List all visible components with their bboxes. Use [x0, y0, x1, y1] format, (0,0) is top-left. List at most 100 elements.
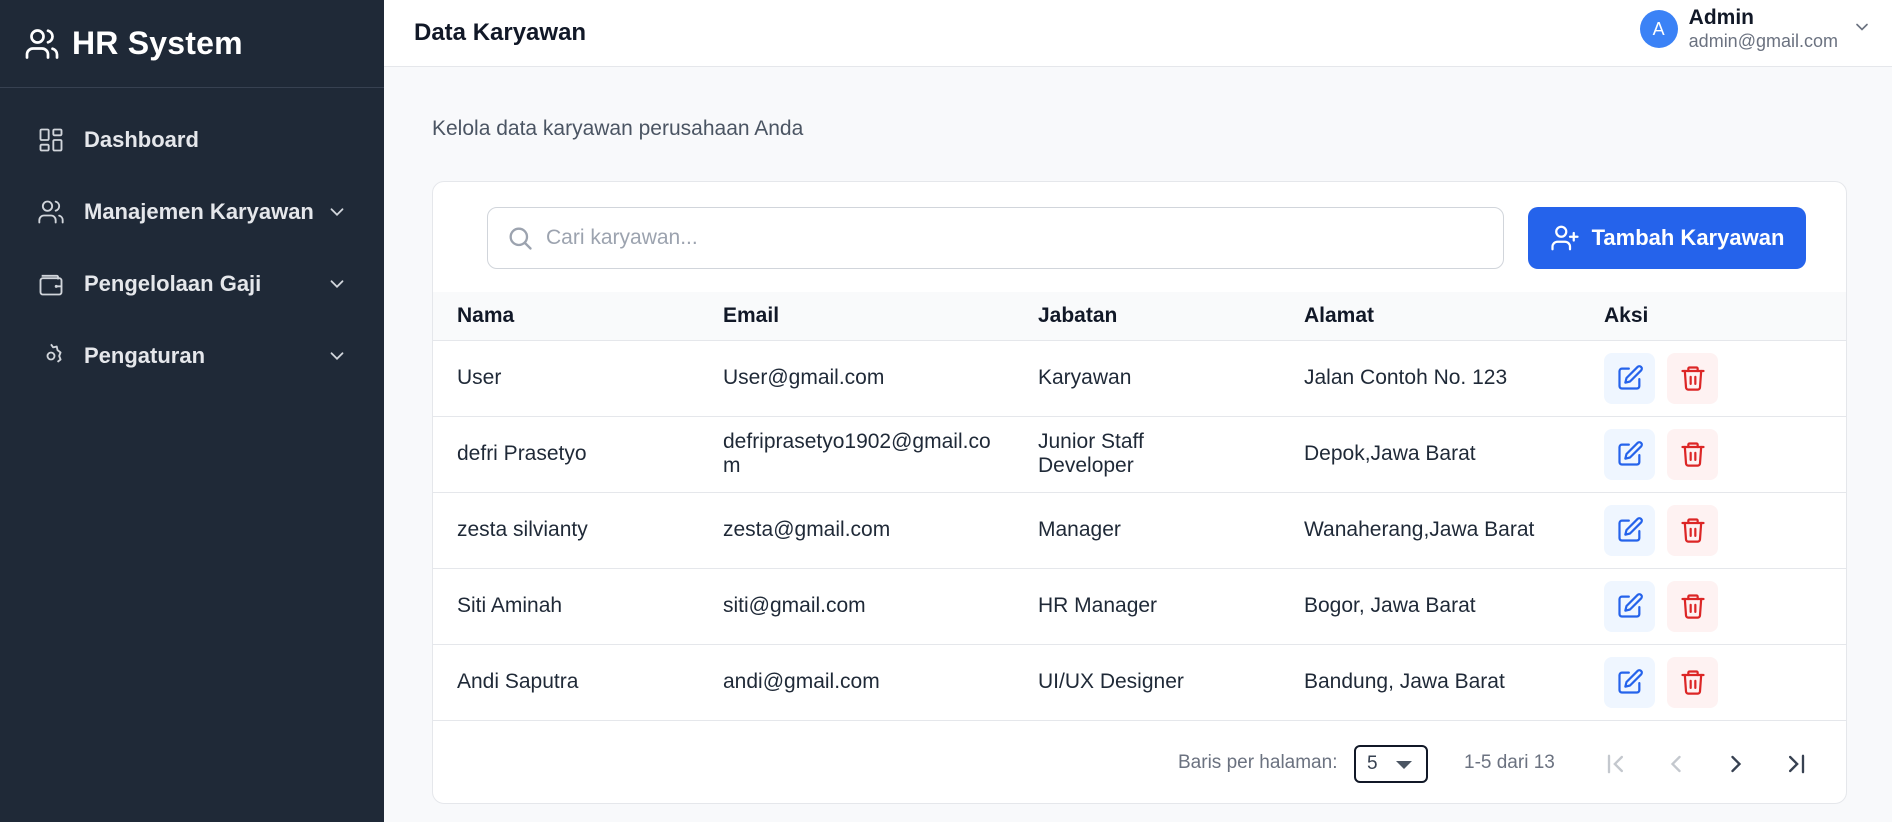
edit-button[interactable] — [1604, 580, 1655, 632]
table-row: Andi Saputra andi@gmail.com UI/UX Design… — [433, 644, 1846, 720]
delete-button[interactable] — [1667, 504, 1718, 556]
edit-button[interactable] — [1604, 656, 1655, 708]
cell-nama: Andi Saputra — [457, 670, 579, 694]
users-icon — [25, 28, 59, 59]
user-plus-icon — [1550, 225, 1579, 251]
sidebar-item-manajemen-karyawan[interactable]: Manajemen Karyawan — [0, 176, 384, 248]
trash-icon — [1680, 442, 1705, 467]
first-page-icon — [1607, 754, 1623, 774]
cell-aksi — [1580, 416, 1846, 492]
delete-button[interactable] — [1667, 656, 1718, 708]
edit-icon — [1617, 669, 1643, 694]
cell-jabatan: Junior Staff Developer — [1014, 416, 1280, 492]
search-icon — [509, 227, 532, 250]
edit-icon — [1617, 517, 1643, 542]
last-page-button[interactable] — [1775, 743, 1817, 785]
edit-button[interactable] — [1604, 352, 1655, 404]
delete-button[interactable] — [1667, 580, 1718, 632]
cell-aksi — [1580, 644, 1846, 720]
sidebar-item-pengelolaan-gaji[interactable]: Pengelolaan Gaji — [0, 248, 384, 320]
trash-icon — [1680, 670, 1705, 696]
last-page-icon — [1789, 754, 1805, 774]
cell-alamat: Wanaherang,Jawa Barat — [1304, 518, 1535, 541]
brand[interactable]: HR System — [0, 0, 384, 88]
cell-email-text: defriprasetyo1902@gmail.com — [723, 430, 991, 477]
cell-email: User@gmail.com — [723, 366, 885, 389]
edit-button[interactable] — [1604, 428, 1655, 480]
chevron-down-icon — [330, 280, 344, 289]
page-range: 1-5 dari 13 — [1464, 752, 1555, 773]
sidebar-item-dashboard[interactable]: Dashboard — [0, 104, 384, 176]
cell-email: andi@gmail.com — [723, 670, 880, 694]
cell-jabatan: UI/UX Designer — [1038, 670, 1184, 694]
trash-icon — [1680, 366, 1705, 391]
cell-nama: defri Prasetyo — [457, 442, 587, 465]
page-subtitle: Kelola data karyawan perusahaan Anda — [432, 117, 804, 140]
search-box[interactable] — [487, 207, 1504, 269]
rows-per-page-value: 5 — [1367, 753, 1378, 774]
edit-icon — [1617, 593, 1643, 618]
add-employee-button[interactable]: Tambah Karyawan — [1528, 207, 1806, 269]
column-header-alamat: Alamat — [1304, 303, 1375, 327]
table-row: zesta silvianty zesta@gmail.com Manager … — [433, 492, 1846, 568]
user-email: admin@gmail.com — [1688, 31, 1838, 51]
dropdown-arrow-icon — [1396, 761, 1412, 769]
add-employee-label: Tambah Karyawan — [1591, 225, 1785, 250]
trash-icon — [1680, 518, 1705, 543]
user-name: Admin — [1688, 6, 1754, 29]
table-row: Siti Aminah siti@gmail.com HR Manager Bo… — [433, 568, 1846, 644]
sidebar-item-pengaturan[interactable]: Pengaturan — [0, 320, 384, 392]
chevron-down-icon — [330, 352, 344, 361]
chevron-down-icon — [330, 208, 344, 217]
cell-jabatan: HR Manager — [1038, 594, 1158, 617]
sidebar-item-label: Manajemen Karyawan — [84, 199, 314, 224]
column-header-aksi: Aksi — [1604, 303, 1649, 327]
next-page-button[interactable] — [1715, 743, 1757, 785]
cell-jabatan: Karyawan — [1038, 366, 1132, 389]
app-title: HR System — [72, 25, 243, 61]
cell-alamat: Bogor, Jawa Barat — [1304, 594, 1476, 617]
table-row: defri Prasetyo defriprasetyo1902@gmail.c… — [433, 416, 1846, 492]
employee-card: Tambah Karyawan Nama Email Jabatan Alama… — [432, 181, 1847, 804]
avatar: A — [1639, 10, 1678, 48]
cell-email: siti@gmail.com — [723, 594, 866, 617]
cell-email: defriprasetyo1902@gmail.com — [699, 416, 1014, 492]
chevron-left-icon — [1670, 755, 1681, 773]
cell-jabatan: Manager — [1038, 518, 1121, 541]
edit-button[interactable] — [1604, 504, 1655, 556]
gear-icon — [36, 341, 66, 371]
search-input[interactable] — [546, 226, 1503, 250]
page-title: Data Karyawan — [414, 19, 587, 46]
employee-table: Nama Email Jabatan Alamat Aksi User User… — [433, 292, 1846, 720]
wallet-icon — [36, 269, 66, 299]
cell-aksi — [1580, 568, 1846, 644]
sidebar-nav: Dashboard Manajemen Karyawan Pengelolaan… — [0, 88, 384, 392]
cell-nama: zesta silvianty — [457, 518, 588, 541]
delete-button[interactable] — [1667, 352, 1718, 404]
edit-icon — [1617, 441, 1643, 466]
rows-per-page-label: Baris per halaman: — [1178, 752, 1338, 773]
dashboard-icon — [36, 125, 66, 155]
rows-per-page-select[interactable]: 5 — [1354, 745, 1428, 783]
edit-icon — [1617, 365, 1643, 390]
user-info: Admin admin@gmail.com — [1689, 6, 1838, 52]
cell-nama: User — [457, 366, 502, 389]
pagination-bar: Baris per halaman: 5 1-5 dari 13 — [433, 720, 1846, 803]
sidebar-item-label: Dashboard — [84, 127, 199, 152]
user-menu[interactable]: A Admin admin@gmail.com — [1639, 6, 1872, 52]
delete-button[interactable] — [1667, 428, 1718, 480]
table-header: Nama Email Jabatan Alamat Aksi — [433, 292, 1846, 340]
chevron-right-icon — [1731, 755, 1742, 773]
cell-alamat: Jalan Contoh No. 123 — [1304, 366, 1508, 389]
first-page-button[interactable] — [1595, 743, 1637, 785]
cell-alamat: Bandung, Jawa Barat — [1304, 670, 1505, 694]
cell-email: zesta@gmail.com — [723, 518, 891, 541]
column-header-email: Email — [723, 303, 780, 327]
table-body: User User@gmail.com Karyawan Jalan Conto… — [433, 340, 1846, 720]
sidebar-item-label: Pengaturan — [84, 343, 206, 368]
top-header: Data Karyawan A Admin admin@gmail.com — [384, 0, 1892, 67]
column-header-jabatan: Jabatan — [1038, 303, 1118, 327]
column-header-nama: Nama — [457, 303, 515, 327]
trash-icon — [1680, 594, 1705, 619]
prev-page-button[interactable] — [1655, 743, 1697, 785]
